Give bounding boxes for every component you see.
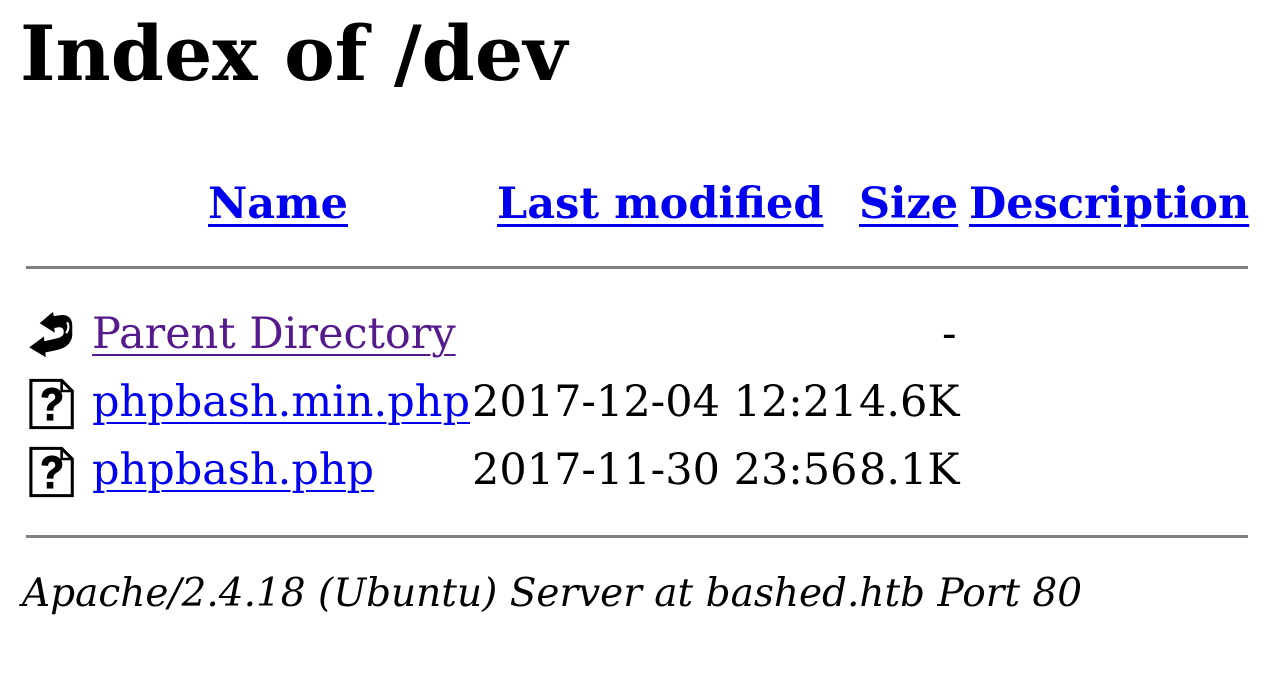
file-link-phpbash[interactable]: phpbash.php	[92, 442, 374, 498]
last-modified-cell: 2017-11-30 23:56	[472, 445, 858, 495]
header-divider	[26, 266, 1248, 269]
server-signature: Apache/2.4.18 (Ubuntu) Server at bashed.…	[22, 571, 1083, 616]
back-arrow-icon	[29, 311, 73, 358]
table-row: phpbash.php 2017-11-30 23:56 8.1K	[0, 442, 1280, 502]
last-modified-cell: 2017-12-04 12:21	[472, 377, 858, 427]
size-cell: 8.1K	[859, 445, 960, 495]
size-cell: 4.6K	[859, 377, 960, 427]
size-cell: -	[942, 309, 957, 359]
footer-divider	[26, 535, 1248, 538]
table-row: Parent Directory -	[0, 306, 1280, 366]
column-header-last-modified[interactable]: Last modified	[497, 178, 823, 230]
page-title: Index of /dev	[20, 9, 568, 98]
column-header-size[interactable]: Size	[859, 178, 958, 230]
parent-directory-link[interactable]: Parent Directory	[92, 306, 456, 362]
column-header-name[interactable]: Name	[208, 178, 348, 230]
unknown-file-icon	[29, 378, 74, 430]
file-link-phpbash-min[interactable]: phpbash.min.php	[92, 374, 470, 430]
unknown-file-icon	[29, 446, 74, 498]
column-header-description[interactable]: Description	[969, 178, 1249, 230]
table-row: phpbash.min.php 2017-12-04 12:21 4.6K	[0, 374, 1280, 434]
